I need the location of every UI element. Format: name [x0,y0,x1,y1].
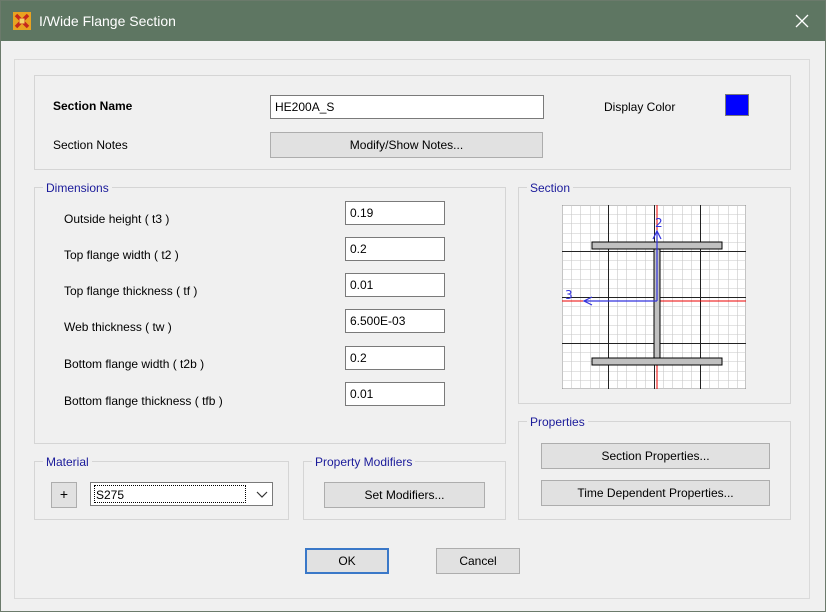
cancel-button[interactable]: Cancel [436,548,520,574]
display-color-swatch[interactable] [725,94,749,116]
dimension-label: Top flange width ( t2 ) [64,248,179,262]
section-name-input[interactable]: HE200A_S [270,95,544,119]
dialog-window: I/Wide Flange Section Section Name HE200… [0,0,826,612]
web-thickness-input[interactable]: 6.500E-03 [345,309,445,333]
bottom-flange-width-input[interactable]: 0.2 [345,346,445,370]
properties-legend: Properties [527,415,588,429]
top-flange-width-input[interactable]: 0.2 [345,237,445,261]
close-button[interactable] [779,1,825,41]
display-color-label: Display Color [604,100,676,114]
material-legend: Material [43,455,92,469]
section-notes-label: Section Notes [53,138,128,152]
section-header-group: Section Name HE200A_S Display Color Sect… [34,75,791,170]
top-flange-thickness-input[interactable]: 0.01 [345,273,445,297]
outside-height-input[interactable]: 0.19 [345,201,445,225]
property-modifiers-group: Property Modifiers Set Modifiers... [303,455,506,520]
section-group: Section 2 3 [518,181,791,404]
bottom-flange-thickness-input[interactable]: 0.01 [345,382,445,406]
dimension-label: Web thickness ( tw ) [64,320,172,334]
section-properties-button[interactable]: Section Properties... [541,443,770,469]
axis-2-label: 2 [655,216,663,230]
close-icon [795,14,809,28]
set-modifiers-button[interactable]: Set Modifiers... [324,482,485,508]
material-selected-value: S275 [94,485,246,503]
time-dependent-properties-button[interactable]: Time Dependent Properties... [541,480,770,506]
window-title: I/Wide Flange Section [39,13,176,29]
axis-3-label: 3 [565,288,573,302]
dimension-label: Bottom flange thickness ( tfb ) [64,394,223,408]
modify-notes-button[interactable]: Modify/Show Notes... [270,132,543,158]
dialog-client: Section Name HE200A_S Display Color Sect… [14,59,810,599]
sap-app-icon [13,12,31,30]
section-preview: 2 3 [562,205,746,389]
dimensions-group: Dimensions Outside height ( t3 ) 0.19 To… [34,181,506,444]
material-group: Material + S275 [34,455,289,520]
title-bar[interactable]: I/Wide Flange Section [1,1,825,41]
dimension-label: Top flange thickness ( tf ) [64,284,198,298]
dimension-label: Outside height ( t3 ) [64,212,170,226]
dimension-label: Bottom flange width ( t2b ) [64,357,205,371]
section-legend: Section [527,181,574,195]
property-modifiers-legend: Property Modifiers [312,455,416,469]
section-name-label: Section Name [53,99,133,113]
chevron-down-icon [256,491,268,498]
material-select[interactable]: S275 [90,482,273,506]
ok-button[interactable]: OK [305,548,389,574]
dimensions-legend: Dimensions [43,181,112,195]
properties-group: Properties Section Properties... Time De… [518,415,791,520]
add-material-button[interactable]: + [51,482,77,508]
